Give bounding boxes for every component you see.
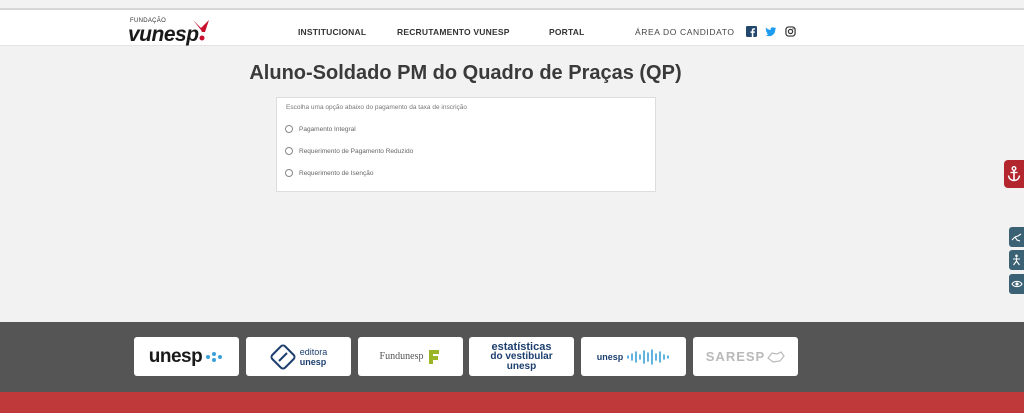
facebook-icon[interactable]: [746, 26, 757, 37]
partner-editora-unesp[interactable]: editora unesp: [246, 337, 351, 376]
editora-line-2: unesp: [299, 356, 327, 367]
accessibility-anchor-button[interactable]: [1004, 160, 1024, 188]
nav-recrutamento[interactable]: RECRUTAMENTO VUNESP: [397, 27, 510, 37]
accessibility-font-button[interactable]: [1009, 250, 1024, 270]
site-header: FUNDAÇÃO vunesp INSTITUCIONAL RECRUTAMEN…: [0, 10, 1024, 46]
radio-isencao[interactable]: [285, 169, 293, 177]
option-label: Requerimento de Pagamento Reduzido: [299, 147, 414, 155]
logo-main-text: vunesp: [128, 23, 199, 46]
hand-icon: [1011, 233, 1022, 242]
nav-institucional[interactable]: INSTITUCIONAL: [298, 27, 366, 37]
partner-fundunesp[interactable]: Fundunesp: [358, 337, 463, 376]
accessibility-sign-language-button[interactable]: [1009, 227, 1024, 247]
accessibility-contrast-button[interactable]: [1009, 274, 1024, 294]
sound-wave-icon: [627, 348, 670, 365]
option-isencao[interactable]: Requerimento de Isenção: [285, 168, 373, 178]
editora-book-icon: [270, 344, 296, 369]
unesp-logo-text: unesp: [148, 345, 203, 367]
logo-bird-icon: [193, 20, 209, 41]
estatisticas-line-2: do vestibular: [490, 350, 553, 362]
editora-line-1: editora: [299, 346, 328, 357]
option-pagamento-reduzido[interactable]: Requerimento de Pagamento Reduzido: [285, 146, 413, 156]
nav-area-candidato[interactable]: ÁREA DO CANDIDATO: [635, 27, 735, 37]
radio-pagamento-reduzido[interactable]: [285, 147, 293, 155]
saresp-map-icon: [767, 350, 785, 363]
fundunesp-f-icon: [429, 349, 440, 364]
twitter-icon[interactable]: [765, 26, 777, 37]
partner-estatisticas-vestibular[interactable]: estatísticas do vestibular unesp: [469, 337, 574, 376]
footer-red-bar: [0, 392, 1024, 413]
radio-unesp-text: unesp: [596, 351, 624, 362]
anchor-icon: [1007, 166, 1021, 182]
payment-prompt: Escolha uma opção abaixo do pagamento da…: [286, 104, 468, 111]
unesp-network-icon: [206, 351, 223, 362]
option-label: Pagamento Integral: [299, 125, 356, 133]
option-label: Requerimento de Isenção: [299, 169, 374, 177]
partner-saresp[interactable]: SARESP: [693, 337, 798, 376]
partner-radio-unesp[interactable]: unesp: [581, 337, 686, 376]
saresp-text: SARESP: [705, 349, 766, 364]
nav-portal[interactable]: PORTAL: [549, 27, 585, 37]
estatisticas-line-1: estatísticas: [491, 340, 552, 353]
payment-options-card: Escolha uma opção abaixo do pagamento da…: [276, 97, 656, 192]
eye-icon: [1010, 280, 1023, 288]
estatisticas-line-3: unesp: [506, 360, 537, 372]
person-icon: [1013, 254, 1020, 266]
page-title: Aluno-Soldado PM do Quadro de Praças (QP…: [249, 62, 682, 84]
instagram-icon[interactable]: [785, 26, 796, 37]
partner-unesp[interactable]: unesp: [134, 337, 239, 376]
option-pagamento-integral[interactable]: Pagamento Integral: [285, 124, 356, 134]
vunesp-logo[interactable]: FUNDAÇÃO vunesp: [128, 18, 216, 52]
radio-pagamento-integral[interactable]: [285, 125, 293, 133]
fundunesp-text: Fundunesp: [379, 351, 424, 362]
